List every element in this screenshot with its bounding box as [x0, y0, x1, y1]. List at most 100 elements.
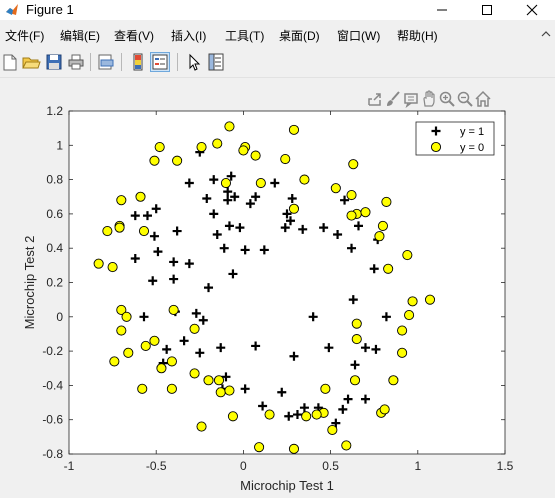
- circle-marker: [381, 196, 392, 207]
- circle-marker: [154, 141, 165, 153]
- y-tick-label: 0.6: [46, 207, 63, 221]
- circle-marker: [166, 383, 177, 394]
- circle-marker: [149, 155, 160, 166]
- menu-desktop[interactable]: 桌面(D): [279, 29, 320, 43]
- circle-marker: [137, 383, 148, 394]
- circle-marker: [116, 325, 127, 336]
- maximize-button[interactable]: [465, 0, 509, 20]
- menu-insert[interactable]: 插入(I): [171, 29, 206, 43]
- circle-marker: [116, 195, 127, 206]
- legend[interactable]: y = 1 y = 0: [415, 121, 495, 156]
- circle-marker: [320, 383, 331, 394]
- y-tick-label: 1.2: [46, 104, 63, 118]
- menu-window[interactable]: 窗口(W): [337, 29, 380, 43]
- circle-marker: [215, 387, 226, 398]
- circle-marker: [379, 404, 390, 415]
- legend-circle-marker: [430, 141, 442, 153]
- circle-marker: [299, 174, 310, 185]
- circle-marker: [341, 440, 352, 451]
- circle-marker: [330, 183, 341, 194]
- print-preview-button[interactable]: [96, 52, 116, 72]
- folder-open-icon: [22, 57, 41, 69]
- circle-marker: [250, 150, 261, 161]
- property-inspector-icon: [208, 53, 224, 71]
- circle-marker: [140, 340, 151, 352]
- circle-marker: [149, 335, 160, 346]
- circle-marker: [114, 222, 125, 233]
- legend-button[interactable]: [150, 52, 170, 72]
- menu-help[interactable]: 帮助(H): [397, 29, 438, 43]
- circle-marker: [288, 443, 300, 454]
- y-tick-label: -0.4: [42, 378, 63, 392]
- circle-marker: [327, 424, 338, 436]
- x-tick-label: -1: [64, 459, 75, 473]
- y-tick-label: 1: [56, 138, 63, 152]
- circle-marker: [172, 155, 183, 166]
- circle-marker: [311, 409, 322, 420]
- circle-marker: [264, 409, 275, 420]
- circle-marker: [224, 121, 235, 132]
- circle-marker: [102, 226, 113, 237]
- close-icon: [526, 4, 538, 16]
- minimize-button[interactable]: [420, 0, 464, 20]
- circle-marker: [288, 124, 300, 135]
- circle-marker: [397, 325, 408, 336]
- circle-marker: [374, 231, 385, 242]
- circle-marker: [189, 323, 200, 334]
- title-bar[interactable]: Figure 1: [0, 0, 555, 20]
- circle-marker: [402, 250, 413, 261]
- new-file-icon: [3, 54, 17, 71]
- circle-marker: [168, 304, 179, 315]
- print-button[interactable]: [66, 52, 86, 72]
- circle-marker: [404, 310, 415, 321]
- circle-marker: [424, 294, 436, 305]
- circle-marker: [109, 356, 120, 367]
- colorbar-icon: [133, 53, 143, 71]
- toolbar-separator: [177, 53, 178, 71]
- minimize-icon: [437, 9, 447, 11]
- matlab-icon: [6, 4, 18, 15]
- save-button[interactable]: [44, 52, 64, 72]
- y-axis-label: Microchip Test 2: [22, 236, 37, 330]
- circle-marker: [196, 421, 207, 432]
- circle-marker: [138, 226, 150, 237]
- x-tick-label: 0: [240, 459, 247, 473]
- circle-marker: [227, 411, 238, 422]
- circle-marker: [360, 207, 371, 218]
- y-tick-label: 0.2: [46, 276, 63, 290]
- circle-marker: [280, 153, 291, 165]
- circle-marker: [301, 411, 312, 422]
- circle-marker: [254, 442, 265, 453]
- circle-marker: [388, 375, 399, 386]
- circle-marker: [121, 311, 132, 322]
- y-tick-label: 0: [56, 310, 63, 324]
- circle-marker: [351, 318, 362, 329]
- menu-edit[interactable]: 编辑(E): [60, 29, 100, 43]
- circle-marker: [189, 368, 200, 379]
- menu-tools[interactable]: 工具(T): [225, 29, 264, 43]
- x-tick-label: 0.5: [322, 459, 339, 473]
- circle-marker: [156, 363, 167, 374]
- new-figure-button[interactable]: [0, 52, 20, 72]
- circle-marker: [213, 375, 225, 386]
- colorbar-button[interactable]: [128, 52, 148, 72]
- save-icon: [46, 54, 62, 70]
- y-tick-label: -0.6: [42, 413, 63, 427]
- circle-marker: [135, 191, 146, 202]
- menu-view[interactable]: 查看(V): [114, 29, 154, 43]
- y-tick-label: 0.4: [46, 241, 63, 255]
- y-tick-label: -0.2: [42, 344, 63, 358]
- printer-icon: [68, 54, 84, 70]
- open-file-button[interactable]: [21, 52, 41, 72]
- x-tick-label: 1.5: [497, 459, 514, 473]
- arrow-pointer-icon: [189, 53, 201, 71]
- circle-marker: [397, 347, 408, 358]
- close-button[interactable]: [510, 0, 554, 20]
- menu-file[interactable]: 文件(F): [5, 29, 44, 43]
- property-inspector-button[interactable]: [206, 52, 226, 72]
- edit-plot-button[interactable]: [184, 52, 204, 72]
- legend-icon: [152, 54, 168, 70]
- menu-bar: 文件(F) 编辑(E) 查看(V) 插入(I) 工具(T) 桌面(D) 窗口(W…: [0, 25, 555, 47]
- chevron-up-icon[interactable]: [541, 30, 551, 38]
- circle-marker: [220, 177, 232, 189]
